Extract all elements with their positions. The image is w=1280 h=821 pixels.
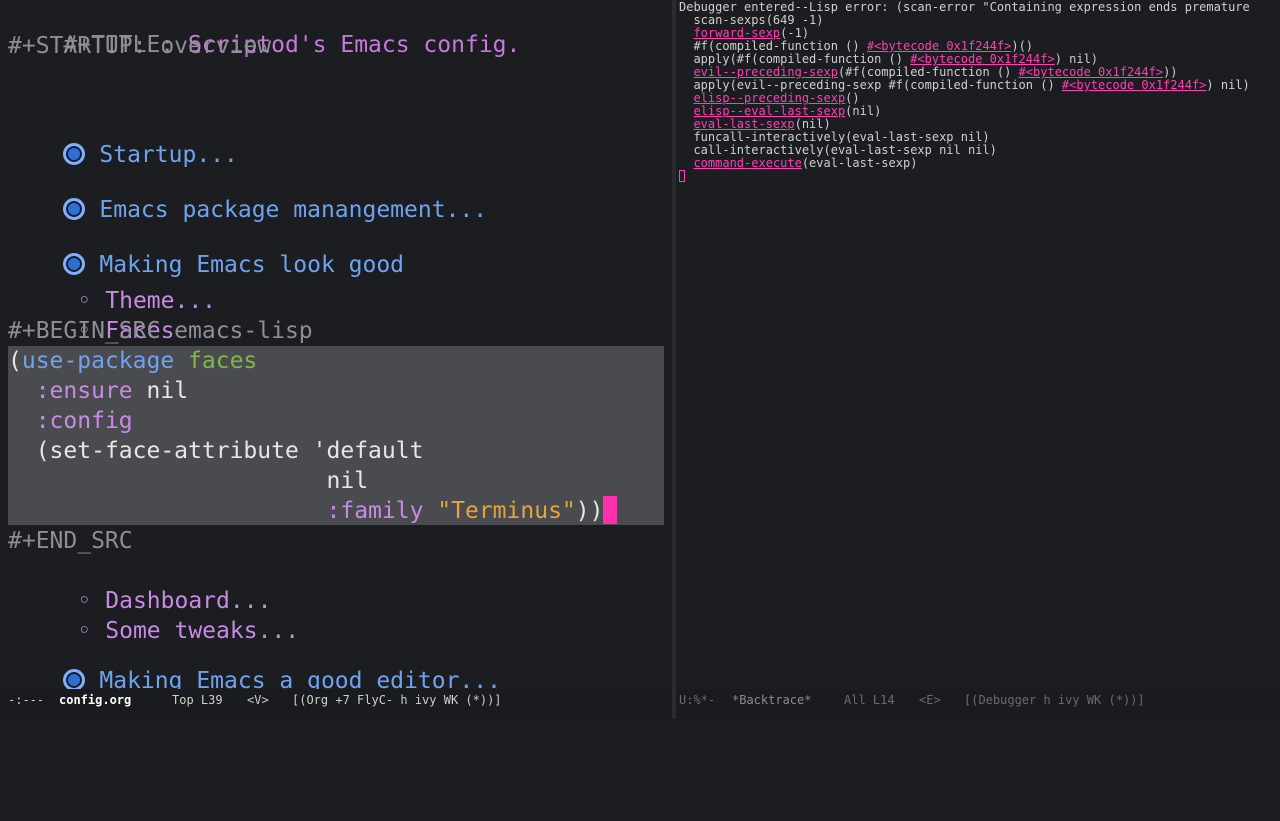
frame-link[interactable]: evil--preceding-sexp: [693, 65, 838, 79]
frame-text: (#f(compiled-function (): [837, 65, 1019, 79]
frame-text: funcall-interactively(eval-last-sexp nil…: [679, 130, 990, 144]
frame-link[interactable]: #<bytecode 0x1f244f>: [910, 52, 1055, 66]
frame-text: ) nil): [1206, 78, 1250, 92]
heading-bullet-icon: [63, 143, 86, 165]
frame-text: scan-sexps(649 -1): [679, 13, 824, 27]
modeline-position: All L14: [844, 693, 895, 707]
frame-text: [679, 91, 693, 105]
frame-link[interactable]: eval-last-sexp: [693, 117, 794, 131]
backtrace-frame[interactable]: command-execute(eval-last-sexp): [679, 157, 917, 170]
frame-text: )): [1163, 65, 1178, 79]
modeline-position: Top L39: [172, 693, 223, 707]
modeline-buffer-name: *Backtrace*: [732, 693, 812, 707]
modeline-buffer-name: config.org: [59, 693, 132, 707]
frame-text: (): [845, 91, 860, 105]
text-cursor: [603, 496, 618, 524]
code-line-4: (set-face-attribute 'default: [35, 438, 424, 464]
frame-link[interactable]: #<bytecode 0x1f244f>: [1019, 65, 1164, 79]
end-src-line: #+END_SRC: [8, 528, 133, 554]
frame-text: apply(#f(compiled-function (): [679, 52, 911, 66]
org-buffer-pane[interactable]: #+TITLE: Scriptod's Emacs config. #+STAR…: [0, 0, 672, 689]
frame-link[interactable]: elisp--eval-last-sexp: [693, 104, 845, 118]
frame-text: [679, 26, 693, 40]
frame-text: ) nil): [1054, 52, 1099, 66]
frame-text: [679, 156, 693, 170]
code-line-3: :config: [35, 408, 133, 434]
backtrace-cursor: [679, 170, 685, 182]
code-line-2: :ensure nil: [35, 378, 189, 404]
heading-label: Making Emacs a good editor...: [99, 668, 501, 689]
code-line-1: (use-package faces: [8, 348, 258, 374]
frame-link[interactable]: #<bytecode 0x1f244f>: [1062, 78, 1207, 92]
frame-text: call-interactively(eval-last-sexp nil ni…: [679, 143, 997, 157]
frame-link[interactable]: forward-sexp: [693, 26, 780, 40]
source-block[interactable]: (use-package faces :ensure nil :config (…: [8, 346, 664, 525]
modeline-evil-state: <V>: [247, 693, 269, 707]
frame-text: apply(evil--preceding-sexp #f(compiled-f…: [679, 78, 1062, 92]
begin-src-line: #+BEGIN_SRC emacs-lisp: [8, 318, 313, 344]
modeline-right[interactable]: U:%*- *Backtrace* All L14 <E> [(Debugger…: [676, 689, 1280, 719]
package-name: faces: [188, 348, 258, 374]
frame-text: )(): [1011, 39, 1034, 53]
frame-text: [679, 65, 693, 79]
frame-link[interactable]: elisp--preceding-sexp: [693, 91, 845, 105]
code-line-5: nil: [326, 468, 369, 494]
font-string: "Terminus": [437, 498, 576, 524]
modeline-modes: [(Org +7 FlyC- h ivy WK (*))]: [292, 693, 502, 707]
frame-text: (-1): [780, 26, 810, 40]
frame-text: #f(compiled-function (): [679, 39, 867, 53]
frame-text: (eval-last-sexp): [801, 156, 918, 170]
code-line-6: :family "Terminus")): [8, 496, 618, 526]
heading-partial: [8, 680, 99, 689]
modeline-status: U:%*-: [679, 693, 716, 707]
frame-text: [679, 117, 693, 131]
startup-line: #+STARTUP: overview: [8, 33, 272, 59]
frame-link[interactable]: #<bytecode 0x1f244f>: [867, 39, 1012, 53]
frame-text: (nil): [794, 117, 831, 131]
frame-text: (nil): [845, 104, 882, 118]
modeline-evil-state: <E>: [919, 693, 941, 707]
backtrace-pane[interactable]: Debugger entered--Lisp error: (scan-erro…: [676, 0, 1280, 689]
use-package-keyword: use-package: [21, 348, 175, 374]
heading-bullet-icon: [63, 198, 86, 220]
modeline-status: -:---: [8, 693, 45, 707]
frame-link[interactable]: command-execute: [693, 156, 801, 170]
frame-text: [679, 104, 693, 118]
modeline-left[interactable]: -:--- config.org Top L39 <V> [(Org +7 Fl…: [0, 689, 672, 719]
modeline-modes: [(Debugger h ivy WK (*))]: [964, 693, 1145, 707]
